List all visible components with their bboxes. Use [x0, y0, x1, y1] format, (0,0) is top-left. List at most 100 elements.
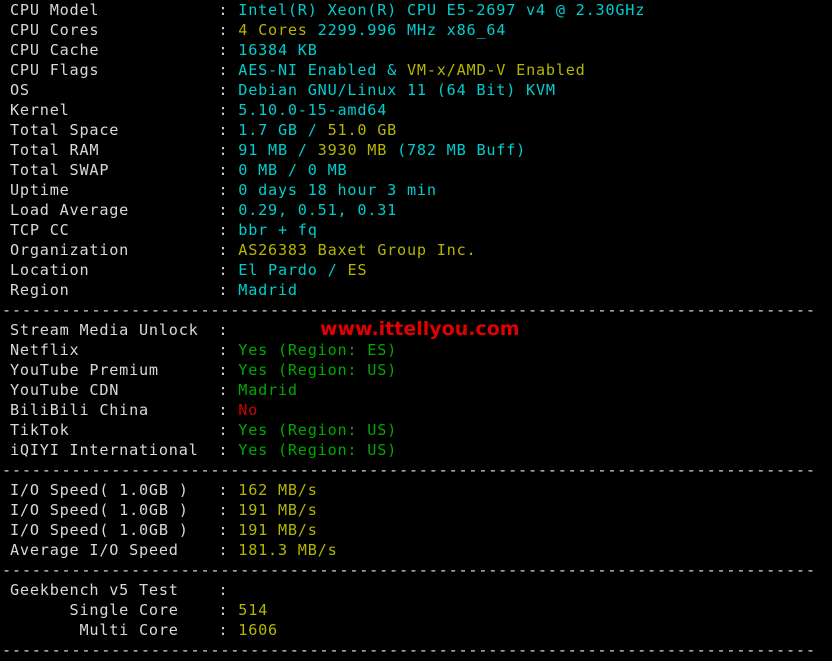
site-watermark: www.ittellyou.com — [320, 318, 520, 340]
system-info-value: bbr + fq — [228, 221, 318, 239]
system-info-value: 91 MB / — [228, 141, 318, 159]
stream-media-row: BiliBili China : No — [0, 400, 832, 420]
system-info-row: Organization : AS26383 Baxet Group Inc. — [0, 240, 832, 260]
system-info-row: Total SWAP : 0 MB / 0 MB — [0, 160, 832, 180]
system-info-row: CPU Cache : 16384 KB — [0, 40, 832, 60]
io-speed-label: Average I/O Speed — [10, 541, 219, 559]
system-info-colon: : — [218, 121, 229, 139]
system-info-label: Location — [10, 261, 219, 279]
system-info-row: CPU Flags : AES-NI Enabled & VM-x/AMD-V … — [0, 60, 832, 80]
system-info-colon: : — [218, 221, 229, 239]
geekbench-section: Geekbench v5 Test : Single Core : 514 Mu… — [0, 580, 832, 640]
io-speed-section: I/O Speed( 1.0GB ) : 162 MB/s I/O Speed( … — [0, 480, 832, 560]
io-speed-value: 191 MB/s — [228, 521, 318, 539]
geekbench-colon: : — [218, 621, 229, 639]
system-info-value: 0.29, 0.51, 0.31 — [228, 201, 398, 219]
system-info-label: Organization — [10, 241, 219, 259]
io-speed-value: 181.3 MB/s — [228, 541, 338, 559]
stream-media-row: YouTube CDN : Madrid — [0, 380, 832, 400]
system-info-label: Total RAM — [10, 141, 219, 159]
system-info-value: 0 MB / 0 MB — [228, 161, 348, 179]
system-info-value: ES — [347, 261, 368, 279]
section-separator-1: ----------------------------------------… — [2, 301, 816, 319]
stream-media-colon: : — [218, 441, 229, 459]
stream-media-value: No — [228, 401, 259, 419]
system-info-value: VM-x/AMD-V Enabled — [406, 61, 586, 79]
system-info-section: CPU Model : Intel(R) Xeon(R) CPU E5-2697… — [0, 0, 832, 300]
system-info-label: Total SWAP — [10, 161, 219, 179]
stream-media-row: Netflix : Yes (Region: ES) — [0, 340, 832, 360]
geekbench-colon: : — [218, 601, 229, 619]
system-info-row: Total RAM : 91 MB / 3930 MB (782 MB Buff… — [0, 140, 832, 160]
geekbench-label: Multi Core — [10, 621, 219, 639]
system-info-colon: : — [218, 201, 229, 219]
system-info-row: Total Space : 1.7 GB / 51.0 GB — [0, 120, 832, 140]
system-info-value: 5.10.0-15-amd64 — [228, 101, 388, 119]
system-info-row: OS : Debian GNU/Linux 11 (64 Bit) KVM — [0, 80, 832, 100]
terminal-window: www.ittellyou.com CPU Model : Intel(R) X… — [0, 0, 832, 661]
system-info-colon: : — [218, 1, 229, 19]
system-info-value: AS26383 Baxet Group Inc. — [228, 241, 477, 259]
stream-media-row: iQIYI International : Yes (Region: US) — [0, 440, 832, 460]
stream-media-label: TikTok — [10, 421, 219, 439]
system-info-row: CPU Model : Intel(R) Xeon(R) CPU E5-2697… — [0, 0, 832, 20]
io-speed-label: I/O Speed( 1.0GB ) — [10, 501, 219, 519]
stream-media-colon: : — [218, 381, 229, 399]
stream-media-colon: : — [218, 341, 229, 359]
system-info-value: Debian GNU/Linux 11 (64 Bit) KVM — [228, 81, 556, 99]
system-info-value: Intel(R) Xeon(R) CPU E5-2697 v4 @ 2.30GH… — [228, 1, 646, 19]
io-speed-colon: : — [218, 521, 229, 539]
system-info-value: 1.7 GB / — [228, 121, 328, 139]
system-info-value: 4 Cores — [228, 21, 318, 39]
system-info-colon: : — [218, 281, 229, 299]
stream-media-colon: : — [218, 321, 229, 339]
stream-media-value: Yes (Region: US) — [228, 421, 398, 439]
stream-media-colon: : — [218, 361, 229, 379]
system-info-colon: : — [218, 241, 229, 259]
section-separator-4: ----------------------------------------… — [2, 641, 816, 659]
geekbench-label: Geekbench v5 Test — [10, 581, 219, 599]
system-info-colon: : — [218, 21, 229, 39]
io-speed-label: I/O Speed( 1.0GB ) — [10, 481, 219, 499]
system-info-colon: : — [218, 161, 229, 179]
system-info-label: OS — [10, 81, 219, 99]
stream-media-row: YouTube Premium : Yes (Region: US) — [0, 360, 832, 380]
stream-media-label: BiliBili China — [10, 401, 219, 419]
section-separator-2: ----------------------------------------… — [2, 461, 816, 479]
stream-media-label: Netflix — [10, 341, 219, 359]
system-info-value: AES-NI Enabled & — [228, 61, 407, 79]
io-speed-label: I/O Speed( 1.0GB ) — [10, 521, 219, 539]
system-info-row: Load Average : 0.29, 0.51, 0.31 — [0, 200, 832, 220]
system-info-label: Uptime — [10, 181, 219, 199]
system-info-value: Madrid — [228, 281, 298, 299]
system-info-colon: : — [218, 41, 229, 59]
io-speed-row: I/O Speed( 1.0GB ) : 191 MB/s — [0, 500, 832, 520]
system-info-label: CPU Flags — [10, 61, 219, 79]
system-info-label: TCP CC — [10, 221, 219, 239]
system-info-label: Total Space — [10, 121, 219, 139]
stream-media-value: Madrid — [228, 381, 298, 399]
system-info-colon: : — [218, 181, 229, 199]
geekbench-row: Multi Core : 1606 — [0, 620, 832, 640]
stream-media-colon: : — [218, 421, 229, 439]
geekbench-colon: : — [218, 581, 229, 599]
stream-media-section: Stream Media Unlock : Netflix : Yes (Regi… — [0, 320, 832, 460]
system-info-label: Load Average — [10, 201, 219, 219]
stream-media-label: iQIYI International — [10, 441, 219, 459]
system-info-value: (782 MB Buff) — [387, 141, 527, 159]
system-info-colon: : — [218, 261, 229, 279]
system-info-colon: : — [218, 141, 229, 159]
system-info-value: 51.0 GB — [327, 121, 398, 139]
geekbench-value: 1606 — [228, 621, 278, 639]
system-info-value: 0 days 18 hour 3 min — [228, 181, 437, 199]
stream-media-label: YouTube CDN — [10, 381, 219, 399]
io-speed-colon: : — [218, 541, 229, 559]
geekbench-label: Single Core — [10, 601, 219, 619]
geekbench-value: 514 — [228, 601, 269, 619]
geekbench-row: Single Core : 514 — [0, 600, 832, 620]
system-info-colon: : — [218, 101, 229, 119]
system-info-value: 2299.996 MHz x86_64 — [317, 21, 507, 39]
section-separator-3: ----------------------------------------… — [2, 561, 816, 579]
system-info-row: Region : Madrid — [0, 280, 832, 300]
system-info-row: Uptime : 0 days 18 hour 3 min — [0, 180, 832, 200]
